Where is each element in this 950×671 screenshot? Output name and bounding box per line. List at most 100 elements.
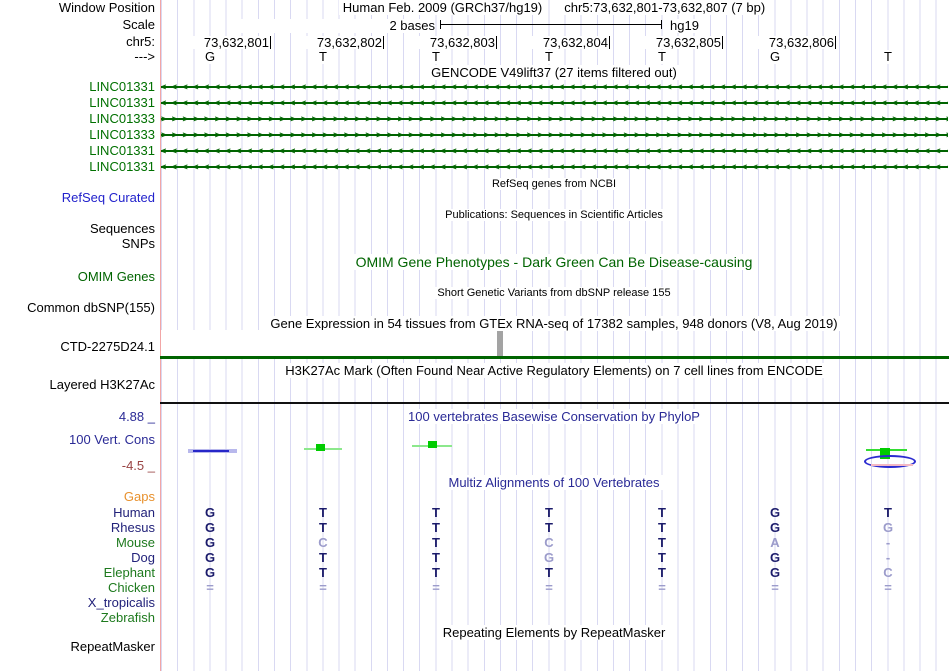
- h3k27ac-track-title[interactable]: H3K27Ac Mark (Often Found Near Active Re…: [160, 363, 948, 378]
- alignment-base-chicken: =: [319, 580, 327, 595]
- gene-transcript-minus-strand[interactable]: <<<<<<<<<<<<<<<<<<<<<<<<<<<<<<<<<<<<<<<<…: [161, 98, 948, 108]
- alignment-base-elephant: T: [432, 565, 440, 580]
- alignment-base-mouse: A: [770, 535, 780, 550]
- gtex-gene-region: [161, 330, 530, 357]
- alignment-base-rhesus: T: [432, 520, 440, 535]
- gaps-label[interactable]: Gaps: [0, 490, 155, 504]
- alignment-base-dog: G: [543, 550, 555, 565]
- omim-track-title[interactable]: OMIM Gene Phenotypes - Dark Green Can Be…: [160, 254, 948, 270]
- species-label-zebrafish[interactable]: Zebrafish: [0, 610, 155, 625]
- alignment-base-mouse: T: [658, 535, 666, 550]
- species-label-x_tropicalis[interactable]: X_tropicalis: [0, 595, 155, 610]
- multiz-track-title[interactable]: Multiz Alignments of 100 Vertebrates: [160, 475, 948, 490]
- gene-transcript-minus-strand[interactable]: <<<<<<<<<<<<<<<<<<<<<<<<<<<<<<<<<<<<<<<<…: [161, 146, 948, 156]
- publications-track-title[interactable]: Publications: Sequences in Scientific Ar…: [160, 208, 948, 222]
- scale-ruler: [440, 20, 662, 29]
- chromosome-label: chr5:: [126, 34, 155, 49]
- alignment-base-human: T: [319, 505, 327, 520]
- refseq-curated-label[interactable]: RefSeq Curated: [0, 191, 155, 205]
- reference-base: G: [767, 49, 783, 64]
- alignment-base-rhesus: T: [658, 520, 666, 535]
- omim-genes-label[interactable]: OMIM Genes: [0, 270, 155, 284]
- gene-label-linc01331[interactable]: LINC01331: [0, 160, 155, 174]
- snps-label[interactable]: SNPs: [0, 237, 155, 251]
- gene-label-linc01333[interactable]: LINC01333: [0, 112, 155, 126]
- alignment-base-dog: T: [432, 550, 440, 565]
- alignment-base-mouse: G: [204, 535, 216, 550]
- gene-label-linc01333[interactable]: LINC01333: [0, 128, 155, 142]
- phylop-mark-base3: [428, 441, 437, 448]
- alignment-base-chicken: =: [206, 580, 214, 595]
- h3k27ac-baseline: [160, 402, 949, 404]
- range-title: chr5:73,632,801-73,632,807 (7 bp): [560, 0, 770, 15]
- alignment-base-rhesus: T: [319, 520, 327, 535]
- gencode-track-title[interactable]: GENCODE V49lift37 (27 items filtered out…: [160, 65, 948, 80]
- phylop-mark-base2: [316, 444, 325, 451]
- gene-transcript-plus-strand[interactable]: >>>>>>>>>>>>>>>>>>>>>>>>>>>>>>>>>>>>>>>>…: [161, 130, 948, 140]
- alignment-base-dog: G: [769, 550, 781, 565]
- conservation-track-label[interactable]: 100 Vert. Cons: [0, 433, 155, 447]
- alignment-base-human: T: [545, 505, 553, 520]
- left-strand-arrows: <<<<<<<<<<<<<<<<<<<<<<<<<<<<<<<<<<<<<<<<…: [161, 146, 948, 156]
- coordinate-tick: 73,632,801: [179, 36, 271, 49]
- alignment-base-human: T: [884, 505, 892, 520]
- alignment-base-elephant: T: [545, 565, 553, 580]
- gtex-track-title[interactable]: Gene Expression in 54 tissues from GTEx …: [160, 316, 948, 331]
- refseq-track-title[interactable]: RefSeq genes from NCBI: [160, 177, 948, 191]
- alignment-base-mouse: -: [885, 535, 891, 550]
- gtex-expression-bar[interactable]: [497, 331, 503, 357]
- alignment-base-elephant: C: [883, 565, 893, 580]
- reference-base: T: [430, 49, 442, 64]
- gtex-gene-label[interactable]: CTD-2275D24.1: [0, 340, 155, 354]
- dbsnp-track-title[interactable]: Short Genetic Variants from dbSNP releas…: [160, 286, 948, 300]
- scale-assembly: hg19: [668, 18, 701, 33]
- repeatmasker-track-title[interactable]: Repeating Elements by RepeatMasker: [160, 625, 948, 640]
- gene-transcript-minus-strand[interactable]: <<<<<<<<<<<<<<<<<<<<<<<<<<<<<<<<<<<<<<<<…: [161, 82, 948, 92]
- phylop-mark-base1: [193, 450, 229, 452]
- species-label-human[interactable]: Human: [0, 505, 155, 520]
- alignment-base-rhesus: G: [882, 520, 894, 535]
- gene-transcript-minus-strand[interactable]: <<<<<<<<<<<<<<<<<<<<<<<<<<<<<<<<<<<<<<<<…: [161, 162, 948, 172]
- coordinate-tick: 73,632,802: [292, 36, 384, 49]
- species-label-chicken[interactable]: Chicken: [0, 580, 155, 595]
- conservation-max-value: 4.88 _: [118, 409, 155, 424]
- reference-base: T: [543, 49, 555, 64]
- species-label-elephant[interactable]: Elephant: [0, 565, 155, 580]
- common-dbsnp-label[interactable]: Common dbSNP(155): [0, 301, 155, 315]
- gene-transcript-plus-strand[interactable]: >>>>>>>>>>>>>>>>>>>>>>>>>>>>>>>>>>>>>>>>…: [161, 114, 948, 124]
- alignment-base-chicken: =: [884, 580, 892, 595]
- alignment-base-elephant: G: [204, 565, 216, 580]
- alignment-base-human: T: [432, 505, 440, 520]
- alignment-base-chicken: =: [771, 580, 779, 595]
- alignment-base-human: G: [769, 505, 781, 520]
- alignment-base-dog: G: [204, 550, 216, 565]
- alignment-base-mouse: C: [544, 535, 554, 550]
- right-strand-arrows: >>>>>>>>>>>>>>>>>>>>>>>>>>>>>>>>>>>>>>>>…: [161, 130, 948, 140]
- reference-base: T: [317, 49, 329, 64]
- species-label-mouse[interactable]: Mouse: [0, 535, 155, 550]
- genome-browser-image: Window Position Scale chr5: ---> Human F…: [0, 0, 950, 671]
- alignment-base-mouse: C: [318, 535, 328, 550]
- conservation-track-title[interactable]: 100 vertebrates Basewise Conservation by…: [160, 409, 948, 424]
- gene-label-linc01331[interactable]: LINC01331: [0, 96, 155, 110]
- strand-direction-label: --->: [134, 49, 155, 64]
- alignment-base-dog: T: [319, 550, 327, 565]
- species-label-rhesus[interactable]: Rhesus: [0, 520, 155, 535]
- sequences-label[interactable]: Sequences: [0, 222, 155, 236]
- alignment-base-chicken: =: [432, 580, 440, 595]
- right-strand-arrows: >>>>>>>>>>>>>>>>>>>>>>>>>>>>>>>>>>>>>>>>…: [161, 114, 948, 124]
- reference-base: G: [202, 49, 218, 64]
- gene-label-linc01331[interactable]: LINC01331: [0, 144, 155, 158]
- alignment-base-rhesus: G: [769, 520, 781, 535]
- scale-label: Scale: [122, 17, 155, 32]
- gene-label-linc01331[interactable]: LINC01331: [0, 80, 155, 94]
- alignment-base-dog: T: [658, 550, 666, 565]
- species-label-dog[interactable]: Dog: [0, 550, 155, 565]
- alignment-base-elephant: T: [319, 565, 327, 580]
- alignment-base-dog: -: [885, 550, 891, 565]
- alignment-base-chicken: =: [545, 580, 553, 595]
- layered-h3k27ac-label[interactable]: Layered H3K27Ac: [0, 378, 155, 392]
- gtex-gene-line[interactable]: [160, 356, 949, 359]
- reference-base: T: [656, 49, 668, 64]
- repeatmasker-label[interactable]: RepeatMasker: [0, 640, 155, 654]
